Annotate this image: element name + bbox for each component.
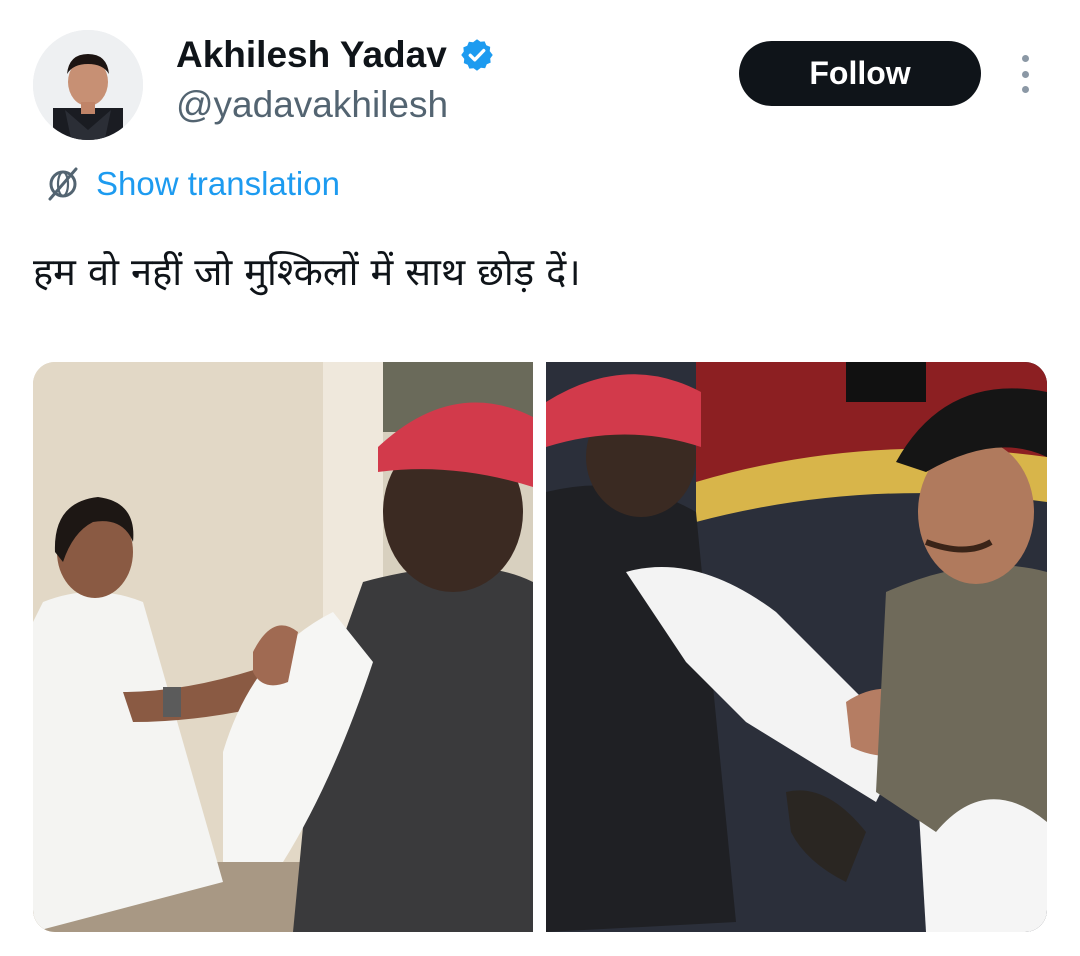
translate-globe-icon [48,167,78,201]
dot [1021,70,1029,78]
show-translation-link[interactable]: Show translation [44,165,340,203]
author-name-row[interactable]: Akhilesh Yadav [176,34,495,76]
tweet-photo-1[interactable] [33,362,533,932]
more-options-icon[interactable] [1010,55,1040,93]
follow-button[interactable]: Follow [739,41,981,106]
avatar-image [33,30,143,140]
dot [1021,55,1029,62]
show-translation-label[interactable]: Show translation [96,165,340,203]
author-handle[interactable]: @yadavakhilesh [176,84,448,126]
avatar[interactable] [33,30,143,140]
photo-1 [33,362,533,932]
photo-2 [546,362,1047,932]
tweet-text: हम वो नहीं जो मुश्किलों में साथ छोड़ दें… [33,250,581,294]
author-name[interactable]: Akhilesh Yadav [176,34,447,76]
tweet-photo-2[interactable] [546,362,1047,932]
verified-badge-icon [461,39,493,71]
dot [1021,86,1029,93]
